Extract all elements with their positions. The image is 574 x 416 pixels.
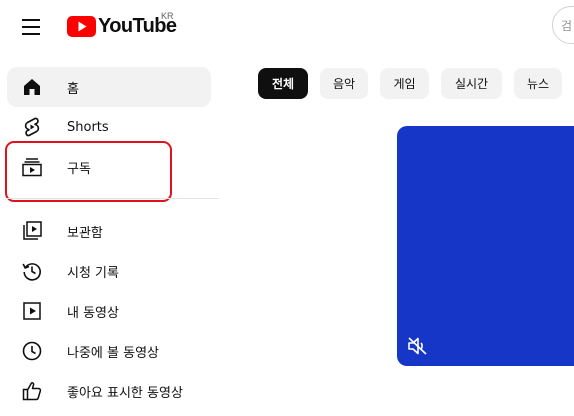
country-code: KR — [161, 11, 174, 21]
chip-music[interactable]: 음악 — [320, 68, 368, 99]
search-placeholder: 검 — [561, 18, 573, 33]
history-icon — [21, 260, 43, 282]
sidebar-item-label: 구독 — [67, 161, 91, 177]
youtube-play-icon — [67, 15, 96, 37]
sidebar-item-subscriptions[interactable]: 구독 — [7, 147, 211, 187]
volume-off-icon[interactable] — [406, 335, 430, 357]
sidebar-item-label: 좋아요 표시한 동영상 — [67, 385, 183, 401]
chip-gaming[interactable]: 게임 — [380, 68, 429, 99]
library-icon — [21, 220, 43, 242]
sidebar-item-label: 홈 — [67, 81, 79, 97]
sidebar-item-history[interactable]: 시청 기록 — [7, 251, 211, 291]
chip-news[interactable]: 뉴스 — [514, 68, 562, 99]
watch-later-icon — [21, 340, 43, 362]
sidebar-item-liked-videos[interactable]: 좋아요 표시한 동영상 — [7, 371, 211, 411]
your-videos-icon — [21, 300, 43, 322]
youtube-logo[interactable]: YouTube — [67, 13, 177, 39]
sidebar-item-watch-later[interactable]: 나중에 볼 동영상 — [7, 331, 211, 371]
sidebar-item-label: 보관함 — [67, 225, 103, 241]
sidebar-item-home[interactable]: 홈 — [7, 67, 211, 107]
sidebar-item-label: Shorts — [67, 119, 109, 135]
shorts-icon — [21, 116, 43, 138]
video-thumbnail[interactable] — [397, 126, 574, 366]
search-input[interactable]: 검 — [552, 6, 574, 44]
liked-videos-icon — [21, 380, 43, 402]
sidebar-item-your-videos[interactable]: 내 동영상 — [7, 291, 211, 331]
chip-live[interactable]: 실시간 — [441, 68, 502, 99]
subscriptions-icon — [21, 156, 43, 178]
sidebar-item-label: 내 동영상 — [67, 305, 119, 321]
sidebar-item-shorts[interactable]: Shorts — [7, 107, 211, 147]
sidebar-item-label: 시청 기록 — [67, 265, 119, 281]
sidebar-divider — [7, 198, 219, 199]
menu-icon[interactable] — [16, 14, 46, 40]
sidebar-item-label: 나중에 볼 동영상 — [67, 345, 159, 361]
sidebar-item-library[interactable]: 보관함 — [7, 211, 211, 251]
youtube-home-page: YouTube KR 검 홈 Shorts 구독 보관함 시청 기록 내 동영상… — [0, 0, 574, 416]
chip-all[interactable]: 전체 — [258, 68, 308, 99]
home-icon — [21, 76, 43, 98]
